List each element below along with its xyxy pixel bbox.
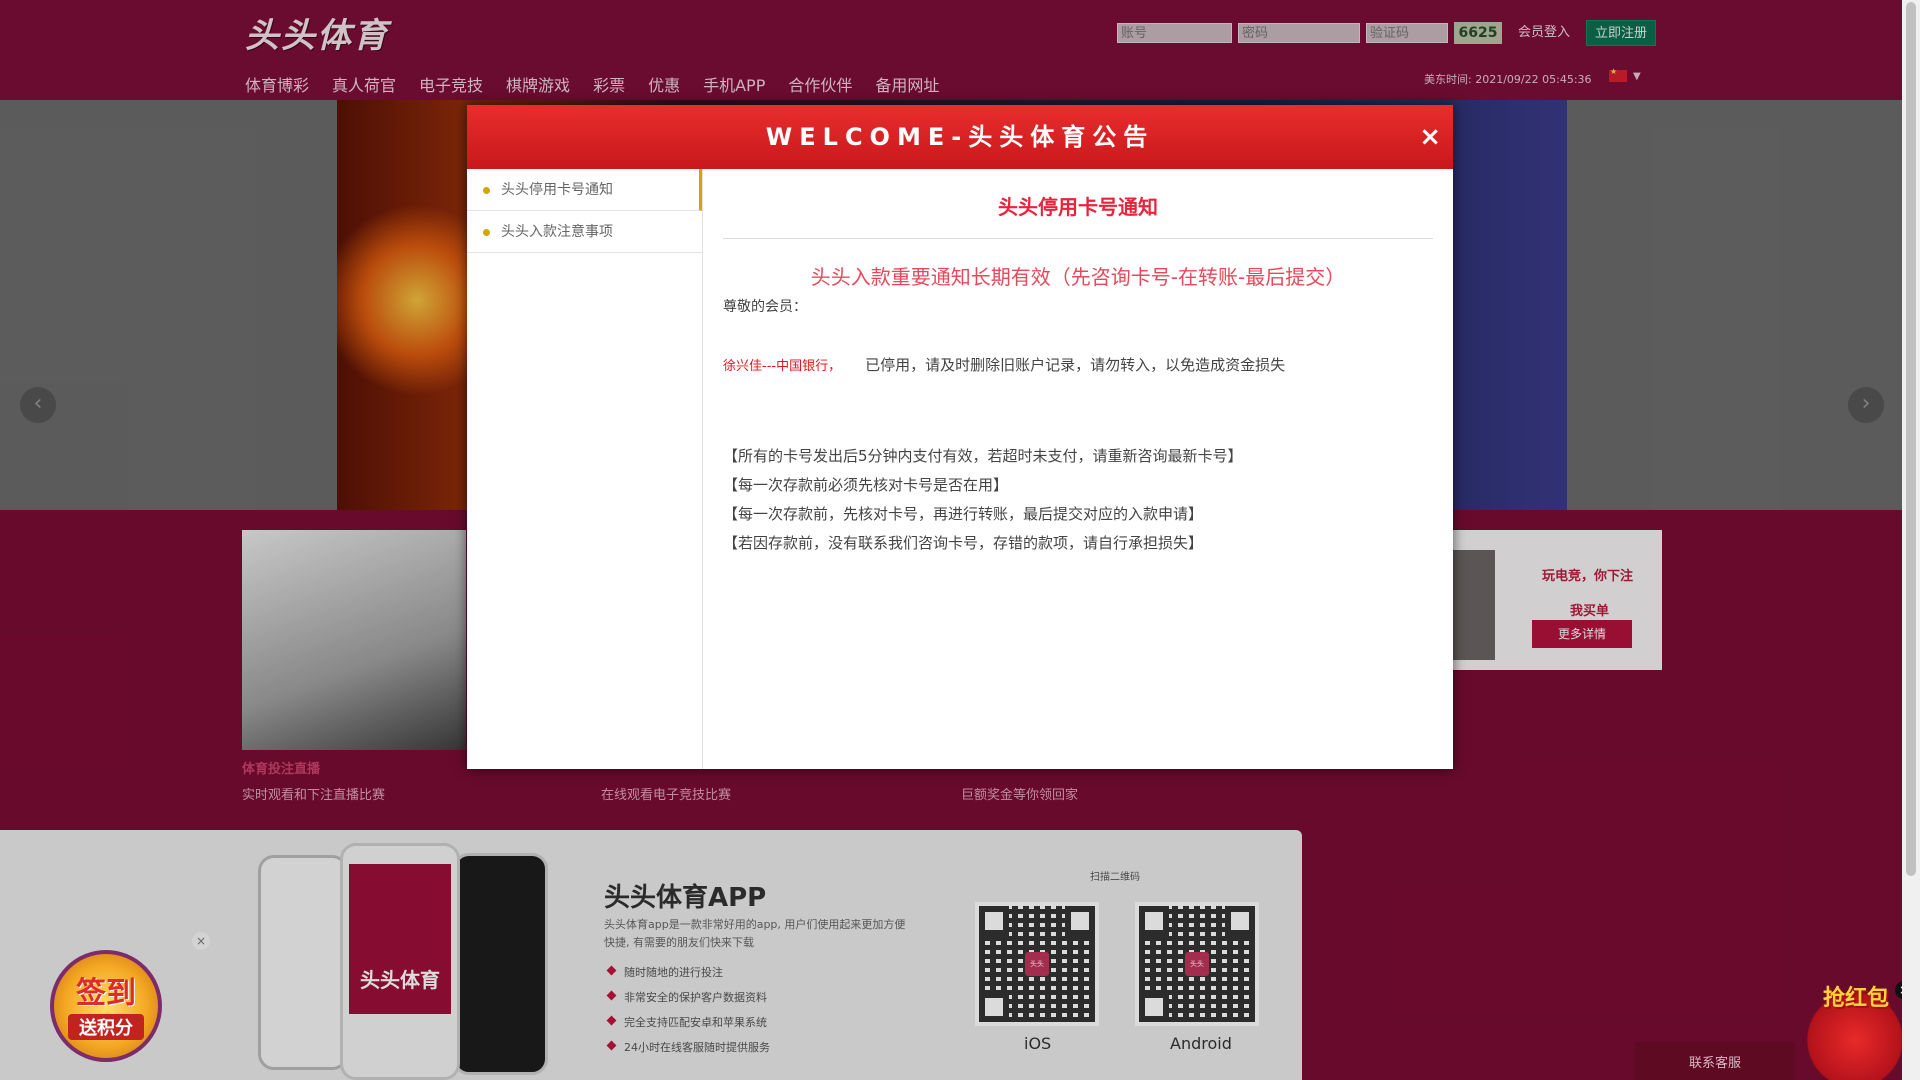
disabled-account-name: 徐兴佳---中国银行， xyxy=(723,359,842,374)
announcement-subheading: 头头入款重要通知长期有效（先咨询卡号-在转账-最后提交） xyxy=(810,265,1346,289)
announcement-content: 头头停用卡号通知 头头入款重要通知长期有效（先咨询卡号-在转账-最后提交） 尊敬… xyxy=(703,169,1453,769)
modal-header: WELCOME-头头体育公告 × xyxy=(467,105,1453,169)
modal-title: WELCOME-头头体育公告 xyxy=(765,123,1155,151)
contact-support-button[interactable]: 联系客服 xyxy=(1635,1042,1795,1080)
announcement-tab-card-stop[interactable]: 头头停用卡号通知 xyxy=(467,169,702,211)
deposit-rule-item: 【若因存款前，没有联系我们咨询卡号，存错的款项，请自行承担损失】 xyxy=(723,534,1204,552)
sign-in-points-label: 送积分 xyxy=(68,1014,144,1040)
announcement-heading: 头头停用卡号通知 xyxy=(723,169,1433,239)
announcement-modal: WELCOME-头头体育公告 × 头头停用卡号通知 头头入款注意事项 头头停用卡… xyxy=(467,105,1453,769)
announcement-tab-deposit-notes[interactable]: 头头入款注意事项 xyxy=(467,211,702,253)
deposit-rules-list: 【所有的卡号发出后5分钟内支付有效，若超时未支付，请重新咨询最新卡号】 【每一次… xyxy=(723,445,1433,553)
deposit-rule-item: 【每一次存款前，先核对卡号，再进行转账，最后提交对应的入款申请】 xyxy=(723,505,1204,523)
disabled-account-notice: 徐兴佳---中国银行， 已停用，请及时删除旧账户记录，请勿转入，以免造成资金损失 xyxy=(723,354,1433,375)
page-scrollbar[interactable] xyxy=(1902,0,1920,1080)
sign-in-label: 签到 xyxy=(76,976,136,1011)
red-packet-label: 抢红包 xyxy=(1823,986,1890,1011)
deposit-rule-item: 【所有的卡号发出后5分钟内支付有效，若超时未支付，请重新咨询最新卡号】 xyxy=(723,447,1243,465)
modal-close-button[interactable]: × xyxy=(1419,105,1441,169)
red-packet-widget[interactable]: 抢红包 xyxy=(1805,980,1905,1080)
deposit-rule-item: 【每一次存款前必须先核对卡号是否在用】 xyxy=(723,476,1009,494)
scrollbar-thumb[interactable] xyxy=(1906,2,1916,876)
sign-in-close-button[interactable]: × xyxy=(192,932,210,950)
announcement-list: 头头停用卡号通知 头头入款注意事项 xyxy=(467,169,703,769)
announcement-greeting: 尊敬的会员： xyxy=(723,299,807,315)
sign-in-reward-badge[interactable]: 签到 送积分 xyxy=(50,950,162,1062)
disabled-account-text: 已停用，请及时删除旧账户记录，请勿转入，以免造成资金损失 xyxy=(865,356,1286,374)
